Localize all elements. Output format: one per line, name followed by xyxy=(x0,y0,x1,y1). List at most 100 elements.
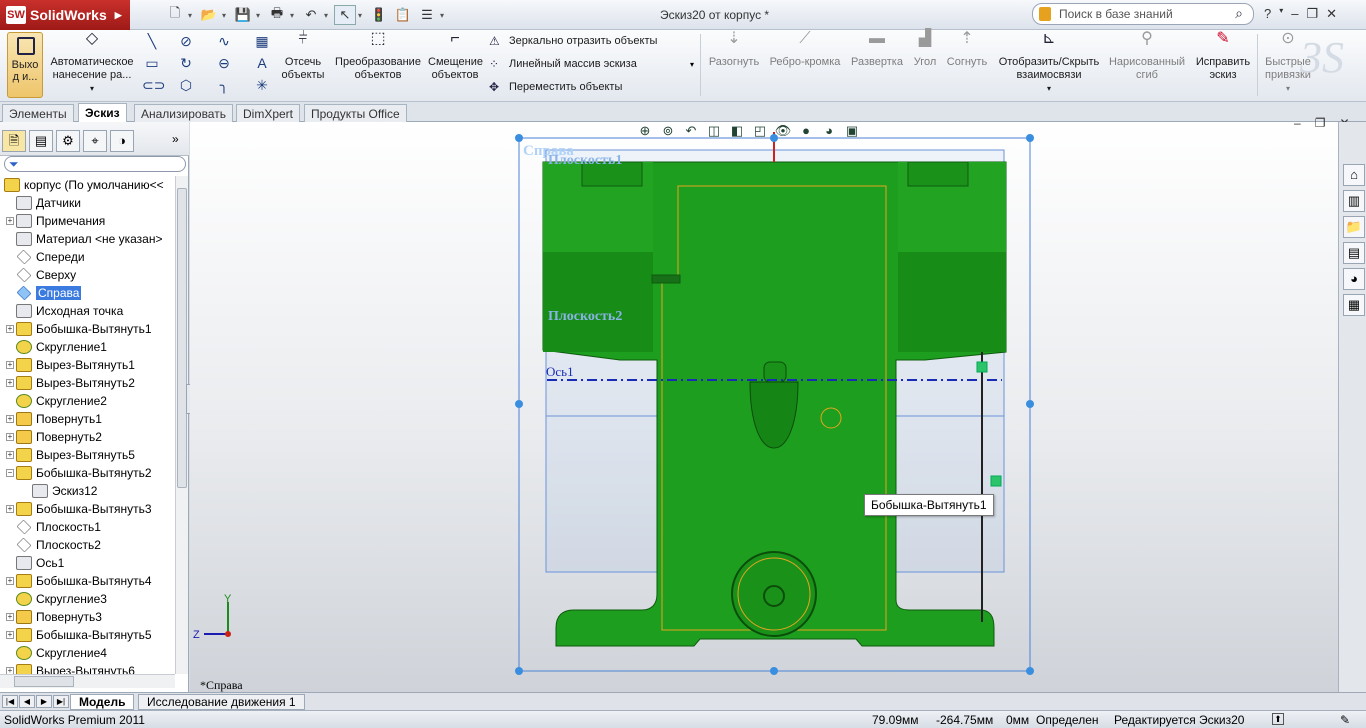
spline-icon[interactable]: ∿ xyxy=(214,33,234,51)
restore-button[interactable]: ❐ xyxy=(1306,6,1318,22)
feature-tree-tab-icon[interactable]: 🗎 xyxy=(2,130,26,152)
linear-pattern-button[interactable]: ⁘ Линейный массив эскиза xyxy=(489,57,637,71)
tree-root[interactable]: корпус (По умолчанию<< xyxy=(0,176,175,194)
expand-toggle-icon[interactable]: + xyxy=(6,379,14,387)
tab-office-products[interactable]: Продукты Office xyxy=(304,104,407,122)
auto-dimension-button[interactable]: ◇ Автоматическое нанесение ра... ▾ xyxy=(48,31,136,95)
configuration-tab-icon[interactable]: ⚙ xyxy=(56,130,80,152)
expand-toggle-icon[interactable]: + xyxy=(6,613,14,621)
next-tab-icon[interactable]: ▶ xyxy=(36,695,52,708)
graphics-area[interactable]: ⊕ ⊚ ↶ ◫ ◧ ◰ 👁 ● ◕ ▣ –❐✕ xyxy=(190,116,1350,692)
home-icon[interactable]: ⌂ xyxy=(1343,164,1365,186)
rebuild-indicator-icon[interactable]: ⬆ xyxy=(1272,713,1284,725)
tree-item[interactable]: + Повернуть1 xyxy=(0,410,175,428)
tree-item[interactable]: Скругление2 xyxy=(0,392,175,410)
tab-motion-study[interactable]: Исследование движения 1 xyxy=(138,694,305,710)
tab-sketch[interactable]: Эскиз xyxy=(78,103,127,122)
open-folder-icon[interactable]: 📂 xyxy=(198,5,220,25)
expand-toggle-icon[interactable]: + xyxy=(6,433,14,441)
expand-toggle-icon[interactable]: + xyxy=(6,667,14,674)
tree-item[interactable]: Скругление1 xyxy=(0,338,175,356)
tree-item[interactable]: + Бобышка-Вытянуть5 xyxy=(0,626,175,644)
flatten-button[interactable]: ▬ Развертка xyxy=(848,31,906,69)
ellipse-icon[interactable]: ⊖ xyxy=(214,55,234,73)
tree-item[interactable]: Материал <не указан> xyxy=(0,230,175,248)
expand-toggle-icon[interactable]: + xyxy=(6,505,14,513)
appearance-tab-icon[interactable]: ◑ xyxy=(110,130,134,152)
tab-features[interactable]: Элементы xyxy=(2,104,74,122)
grid-icon[interactable]: ▦ xyxy=(252,33,272,51)
angle-button[interactable]: ▟ Угол xyxy=(910,31,940,69)
point-icon[interactable]: ✳ xyxy=(252,77,272,95)
tree-item[interactable]: + Повернуть3 xyxy=(0,608,175,626)
chevron-down-icon[interactable]: ▾ xyxy=(1279,6,1283,22)
tree-item[interactable]: + Примечания xyxy=(0,212,175,230)
relation-marker[interactable] xyxy=(990,475,1002,487)
expand-panel-icon[interactable]: » xyxy=(172,132,179,146)
expand-toggle-icon[interactable]: − xyxy=(6,469,14,477)
tree-item[interactable]: Ось1 xyxy=(0,554,175,572)
model-canvas[interactable]: Справа Плоскость1 Плоскость2 Ось1 Y Z xyxy=(190,122,1338,692)
edge-flange-button[interactable]: ⟋ Ребро-кромка xyxy=(767,31,843,69)
offset-button[interactable]: ⌐ Смещение объектов xyxy=(428,31,483,82)
tab-model[interactable]: Модель xyxy=(70,694,135,710)
tree-item[interactable]: Спереди xyxy=(0,248,175,266)
select-cursor-icon[interactable]: ↖ xyxy=(334,5,356,25)
repair-sketch-button[interactable]: ✎ Исправить эскиз xyxy=(1192,31,1254,82)
convert-entities-button[interactable]: ⬚ Преобразование объектов xyxy=(334,31,422,82)
chevron-down-icon[interactable]: ▾ xyxy=(358,11,366,20)
property-manager-tab-icon[interactable]: ▤ xyxy=(29,130,53,152)
mirror-button[interactable]: ⚠ Зеркально отразить объекты xyxy=(489,34,657,48)
print-icon[interactable]: 🖶 xyxy=(266,5,288,25)
chevron-down-icon[interactable]: ▾ xyxy=(324,11,332,20)
tree-item[interactable]: Сверху xyxy=(0,266,175,284)
bend-button[interactable]: ⇡ Согнуть xyxy=(944,31,990,69)
tree-item[interactable]: Датчики xyxy=(0,194,175,212)
tree-item[interactable]: + Вырез-Вытянуть5 xyxy=(0,446,175,464)
tree-item[interactable]: + Бобышка-Вытянуть4 xyxy=(0,572,175,590)
sketched-bend-button[interactable]: ⚲ Нарисованный сгиб xyxy=(1108,31,1186,82)
fillet-sketch-icon[interactable]: ╮ xyxy=(214,77,234,95)
move-entities-button[interactable]: ✥ Переместить объекты xyxy=(489,80,622,94)
tree-item[interactable]: Исходная точка xyxy=(0,302,175,320)
tree-item[interactable]: + Вырез-Вытянуть1 xyxy=(0,356,175,374)
tree-item[interactable]: Скругление3 xyxy=(0,590,175,608)
tree-item[interactable]: Плоскость1 xyxy=(0,518,175,536)
chevron-down-icon[interactable]: ▾ xyxy=(256,11,264,20)
rectangle-icon[interactable]: ▭ xyxy=(142,55,162,73)
expand-toggle-icon[interactable]: + xyxy=(6,415,14,423)
close-button[interactable]: ✕ xyxy=(1326,6,1337,22)
dimxpert-tab-icon[interactable]: ⌖ xyxy=(83,130,107,152)
knowledge-search-input[interactable]: Поиск в базе знаний ⌕ xyxy=(1032,3,1254,25)
chevron-down-icon[interactable]: ▾ xyxy=(188,11,196,20)
text-icon[interactable]: A xyxy=(252,55,272,73)
new-document-icon[interactable]: 🗋 xyxy=(164,5,186,25)
circle-icon[interactable]: ⊘ xyxy=(176,33,196,51)
design-library-icon[interactable]: ▥ xyxy=(1343,190,1365,212)
tree-item[interactable]: − Бобышка-Вытянуть2 xyxy=(0,464,175,482)
help-button[interactable]: ? xyxy=(1264,6,1271,22)
options-icon[interactable]: ☰ xyxy=(416,5,438,25)
tab-evaluate[interactable]: Анализировать xyxy=(134,104,233,122)
help-status-icon[interactable]: ✎ xyxy=(1340,713,1350,727)
file-properties-icon[interactable]: 📋 xyxy=(392,5,414,25)
show-relations-button[interactable]: ⊾ Отобразить/Скрыть взаимосвязи ▾ xyxy=(994,31,1104,95)
minimize-button[interactable]: – xyxy=(1291,6,1298,22)
scroll-thumb[interactable] xyxy=(177,188,187,488)
prev-tab-icon[interactable]: ◀ xyxy=(19,695,35,708)
tab-dimxpert[interactable]: DimXpert xyxy=(236,104,301,122)
tree-item[interactable]: + Вырез-Вытянуть6 xyxy=(0,662,175,674)
scroll-thumb[interactable] xyxy=(14,676,74,687)
expand-toggle-icon[interactable]: + xyxy=(6,361,14,369)
chevron-down-icon[interactable]: ▾ xyxy=(222,11,230,20)
custom-properties-icon[interactable]: ▦ xyxy=(1343,294,1365,316)
sketch-point-marker[interactable] xyxy=(976,361,988,373)
first-tab-icon[interactable]: |◀ xyxy=(2,695,18,708)
expand-toggle-icon[interactable]: + xyxy=(6,217,14,225)
tree-item[interactable]: Плоскость2 xyxy=(0,536,175,554)
unfold-button[interactable]: ⇣ Разогнуть xyxy=(705,31,763,69)
view-palette-icon[interactable]: ▤ xyxy=(1343,242,1365,264)
file-explorer-icon[interactable]: 📁 xyxy=(1343,216,1365,238)
expand-toggle-icon[interactable]: + xyxy=(6,325,14,333)
polygon-icon[interactable]: ⬡ xyxy=(176,77,196,95)
